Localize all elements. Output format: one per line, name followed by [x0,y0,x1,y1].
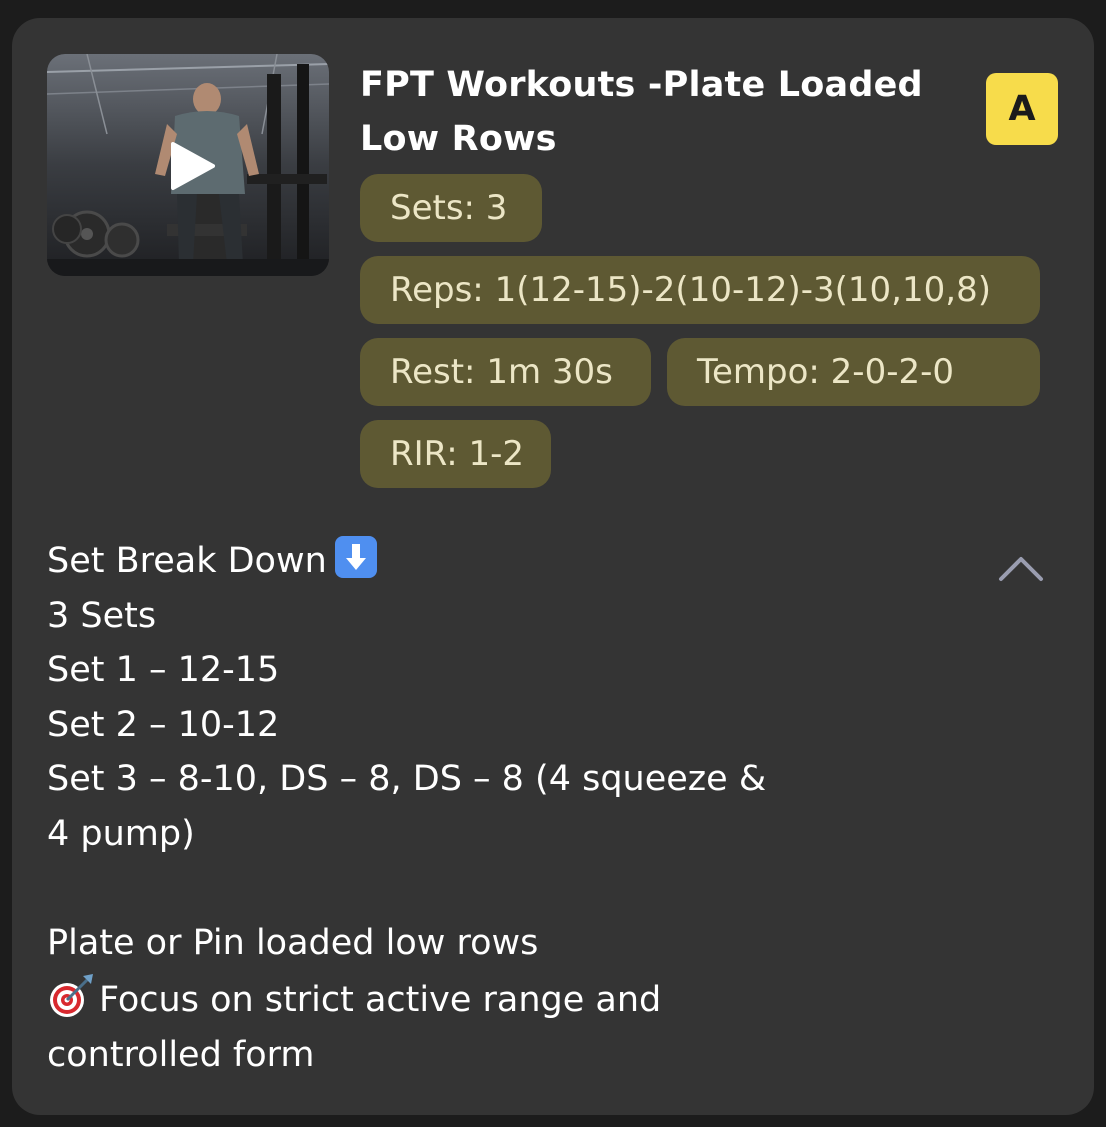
description-heading-line: Set Break Down [47,534,867,589]
description-line: Set 2 – 10-12 [47,704,280,745]
focus-text: Focus on strict active range and [99,980,662,1020]
workout-title: FPT Workouts -Plate Loaded Low Rows [360,65,923,159]
target-dart-icon [47,970,97,1020]
avatar-badge[interactable]: A [986,73,1058,145]
description-line: 4 pump) [47,813,195,854]
sets-chip: Sets: 3 [360,174,542,242]
rir-chip: RIR: 1-2 [360,420,551,488]
workout-card: FPT Workouts -Plate Loaded Low Rows A Se… [12,18,1094,1115]
description-line: 3 Sets [47,595,157,636]
description-note-line: controlled form [47,1034,315,1075]
reps-chip: Reps: 1(12-15)-2(10-12)-3(10,10,8) [360,256,1040,324]
description-line: Set 1 – 12-15 [47,650,280,690]
video-thumbnail[interactable] [47,54,329,276]
chevron-up-icon[interactable] [998,554,1044,582]
description-focus-line: Focus on strict active range and [47,970,867,1028]
workout-stats: Sets: 3 Reps: 1(12-15)-2(10-12)-3(10,10,… [360,174,1050,502]
description-heading: Set Break Down [47,541,327,581]
play-icon[interactable] [165,138,221,194]
rest-chip: Rest: 1m 30s [360,338,651,406]
workout-description: Set Break Down 3 Sets Set 1 – 12-15 Set … [47,534,867,1082]
tempo-chip: Tempo: 2-0-2-0 [667,338,1040,406]
description-line: Set 3 – 8-10, DS – 8, DS – 8 (4 squeeze … [47,759,767,799]
down-arrow-icon [334,536,377,578]
description-note-line: Plate or Pin loaded low rows [47,922,539,963]
